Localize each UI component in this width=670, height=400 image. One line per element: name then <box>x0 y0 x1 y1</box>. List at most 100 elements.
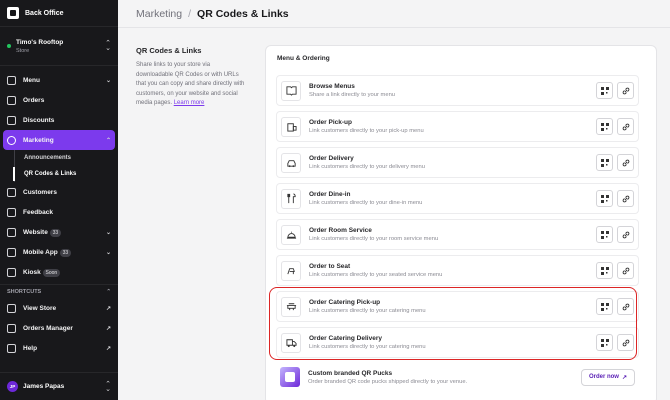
catering-highlight <box>269 287 637 360</box>
row-title: Order Delivery <box>309 155 354 162</box>
row-order-dine-in: Order Dine-in Link customers directly to … <box>276 183 639 214</box>
sidebar-item-marketing[interactable]: Marketing ⌃ <box>3 130 115 150</box>
sidebar-item-mobile-app[interactable]: Mobile App 33 ⌄ <box>0 242 118 262</box>
order-now-button[interactable]: Order now ↗ <box>580 368 635 386</box>
row-order-room-service: Order Room Service Link customers directl… <box>276 219 639 250</box>
sidebar-item-label: Orders <box>23 96 45 104</box>
sidebar-item-feedback[interactable]: Feedback <box>0 202 118 222</box>
order-now-label: Order now <box>588 374 619 380</box>
sidebar-item-label: Discounts <box>23 116 55 124</box>
row-order-pickup: Order Pick-up Link customers directly to … <box>276 111 639 142</box>
kiosk-icon <box>7 267 16 277</box>
brand[interactable]: Back Office <box>0 0 118 26</box>
row-desc: Link customers directly to your delivery… <box>309 164 425 170</box>
qr-code-icon <box>600 194 609 203</box>
external-link-icon: ↗ <box>105 345 111 352</box>
store-switcher[interactable]: Timo's Rooftop Store ⌃ ⌄ <box>0 26 118 66</box>
qr-puck-image <box>280 367 300 387</box>
store-name: Timo's Rooftop <box>16 38 64 46</box>
copy-link-button[interactable] <box>617 154 634 171</box>
qr-code-button[interactable] <box>596 118 613 135</box>
website-label: Website <box>23 228 48 236</box>
row-order-delivery: Order Delivery Link customers directly to… <box>276 147 639 178</box>
chevron-updown-icon: ⌃ ⌄ <box>105 40 111 52</box>
external-link-icon: ↗ <box>105 325 111 332</box>
copy-link-button[interactable] <box>617 190 634 207</box>
sidebar-item-customers[interactable]: Customers <box>0 182 118 202</box>
chevron-down-icon: ⌄ <box>105 77 111 84</box>
card-title: Menu & Ordering <box>277 55 330 62</box>
target-icon <box>7 135 16 145</box>
copy-link-button[interactable] <box>617 82 634 99</box>
cutlery-icon <box>281 188 301 209</box>
row-desc: Link customers directly to your seated s… <box>309 272 443 278</box>
sidebar-subitem-qr-codes[interactable]: QR Codes & Links <box>0 166 118 182</box>
section-title: QR Codes & Links <box>136 46 202 55</box>
row-desc: Share a link directly to your menu <box>309 92 396 98</box>
page-title: QR Codes & Links <box>197 7 289 20</box>
user-menu[interactable]: JP James Papas ⌃ ⌄ <box>0 372 118 400</box>
sidebar-item-label: Feedback <box>23 208 53 216</box>
store-type: Store <box>16 47 30 54</box>
user-name: James Papas <box>23 383 65 390</box>
qr-pucks-promo: Custom branded QR Pucks Order branded QR … <box>276 362 639 392</box>
sidebar-item-orders[interactable]: Orders <box>0 90 118 110</box>
monitor-icon <box>7 323 16 333</box>
row-title: Order Room Service <box>309 227 372 234</box>
logo-icon <box>7 7 19 19</box>
phone-icon <box>7 247 16 257</box>
breadcrumb-marketing[interactable]: Marketing <box>136 8 182 20</box>
sidebar-item-website[interactable]: Website 33 ⌄ <box>0 222 118 242</box>
app-name: Back Office <box>25 9 64 17</box>
row-desc: Link customers directly to your dine-in … <box>309 200 423 206</box>
qr-code-icon <box>600 86 609 95</box>
kiosk-label: Kiosk <box>23 268 41 276</box>
kiosk-badge: Soon <box>42 268 61 277</box>
tag-icon <box>7 115 16 125</box>
qr-code-button[interactable] <box>596 190 613 207</box>
sidebar-item-view-store[interactable]: View Store ↗ <box>0 298 118 318</box>
status-dot <box>7 44 11 48</box>
sidebar-item-label: Orders Manager <box>23 324 73 332</box>
link-icon <box>622 123 629 130</box>
qr-code-icon <box>600 158 609 167</box>
copy-link-button[interactable] <box>617 262 634 279</box>
sidebar-item-label: Mobile App 33 <box>23 248 99 257</box>
car-icon <box>281 152 301 173</box>
breadcrumb-separator: / <box>188 7 192 20</box>
sidebar-item-label: View Store <box>23 304 57 312</box>
sidebar-item-help[interactable]: Help ↗ <box>0 338 118 358</box>
row-title: Order Pick-up <box>309 119 352 126</box>
qr-code-icon <box>600 266 609 275</box>
row-title: Browse Menus <box>309 83 355 90</box>
row-order-to-seat: Order to Seat Link customers directly to … <box>276 255 639 286</box>
marketing-submenu: Announcements QR Codes & Links <box>0 150 118 182</box>
external-link-icon: ↗ <box>621 374 627 381</box>
learn-more-link[interactable]: Learn more <box>174 100 205 106</box>
link-icon <box>622 87 629 94</box>
qr-code-button[interactable] <box>596 82 613 99</box>
sidebar-item-label: Website 33 <box>23 228 99 237</box>
copy-link-button[interactable] <box>617 118 634 135</box>
puck-title: Custom branded QR Pucks <box>308 369 393 377</box>
sidebar-item-menu[interactable]: Menu ⌄ <box>0 70 118 90</box>
qr-code-button[interactable] <box>596 262 613 279</box>
link-icon <box>622 231 629 238</box>
chevron-down-icon: ⌄ <box>105 229 111 236</box>
qr-code-button[interactable] <box>596 226 613 243</box>
sidebar-item-discounts[interactable]: Discounts <box>0 110 118 130</box>
shortcuts-section[interactable]: SHORTCUTS ⌃ <box>0 284 118 298</box>
sidebar-item-kiosk[interactable]: Kiosk Soon <box>0 262 118 282</box>
help-icon <box>7 343 16 353</box>
link-icon <box>622 159 629 166</box>
row-desc: Link customers directly to your room ser… <box>309 236 439 242</box>
qr-code-button[interactable] <box>596 154 613 171</box>
row-browse-menus: Browse Menus Share a link directly to you… <box>276 75 639 106</box>
sidebar-item-orders-manager[interactable]: Orders Manager ↗ <box>0 318 118 338</box>
qr-code-icon <box>600 122 609 131</box>
cloche-icon <box>281 224 301 245</box>
copy-link-button[interactable] <box>617 226 634 243</box>
sidebar-subitem-announcements[interactable]: Announcements <box>0 150 118 166</box>
sidebar-item-label: Menu <box>23 76 40 84</box>
message-icon <box>7 207 16 217</box>
